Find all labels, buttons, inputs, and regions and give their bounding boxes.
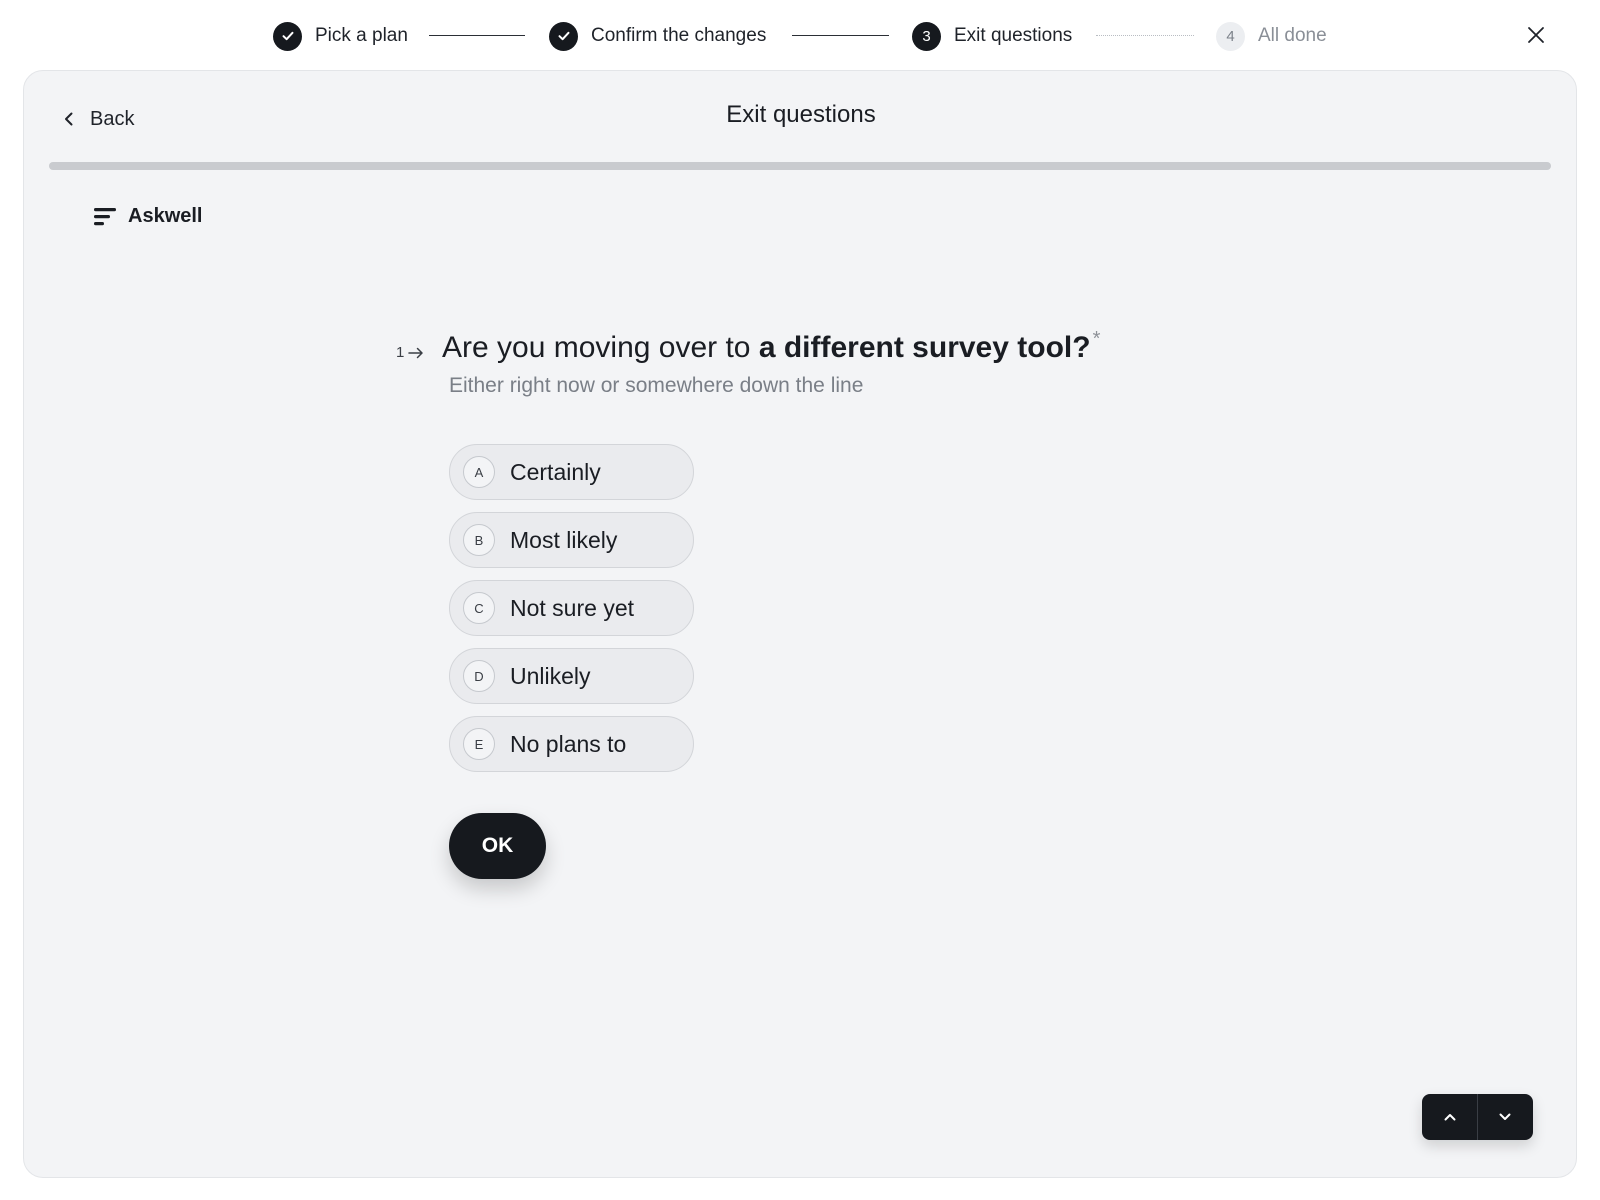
step-exit-questions: 3 Exit questions bbox=[912, 21, 1072, 51]
previous-question-button[interactable] bbox=[1422, 1094, 1477, 1140]
option-label: Not sure yet bbox=[510, 594, 634, 621]
survey-progress-bar bbox=[49, 162, 1551, 170]
question-text-bold: a different survey tool? bbox=[758, 331, 1091, 364]
menu-lines-icon bbox=[94, 207, 116, 225]
step-number: 3 bbox=[912, 21, 941, 51]
question-subtitle: Either right now or somewhere down the l… bbox=[449, 374, 864, 397]
question-heading: 1 Are you moving over to a different sur… bbox=[396, 328, 1101, 365]
answer-options: A Certainly B Most likely C Not sure yet… bbox=[449, 444, 694, 772]
option-key: C bbox=[463, 592, 495, 624]
option-key: E bbox=[463, 728, 495, 760]
option-certainly[interactable]: A Certainly bbox=[449, 444, 694, 500]
step-label: Pick a plan bbox=[315, 25, 408, 46]
question-number-text: 1 bbox=[396, 344, 405, 361]
question-navigation bbox=[1422, 1094, 1533, 1140]
option-most-likely[interactable]: B Most likely bbox=[449, 512, 694, 568]
ok-button[interactable]: OK bbox=[449, 813, 546, 879]
close-button[interactable] bbox=[1521, 20, 1551, 50]
question-number: 1 bbox=[396, 344, 442, 361]
question-text-plain: Are you moving over to bbox=[442, 331, 759, 364]
option-no-plans-to[interactable]: E No plans to bbox=[449, 716, 694, 772]
option-label: No plans to bbox=[510, 730, 627, 757]
arrow-right-icon bbox=[408, 347, 424, 358]
step-label: Exit questions bbox=[954, 25, 1073, 46]
checkmark-icon bbox=[273, 21, 302, 51]
checkmark-icon bbox=[549, 21, 578, 51]
option-label: Most likely bbox=[510, 526, 618, 553]
step-number: 4 bbox=[1216, 21, 1245, 51]
required-mark: * bbox=[1092, 328, 1101, 350]
page-title: Exit questions bbox=[726, 101, 876, 128]
chevron-down-icon bbox=[1499, 1113, 1511, 1120]
step-connector bbox=[1096, 35, 1194, 36]
option-key: A bbox=[463, 456, 495, 488]
brand-logo: Askwell bbox=[94, 205, 202, 228]
step-pick-a-plan: Pick a plan bbox=[273, 21, 408, 51]
chevron-up-icon bbox=[1444, 1114, 1455, 1121]
next-question-button[interactable] bbox=[1477, 1094, 1532, 1140]
option-label: Certainly bbox=[510, 458, 601, 485]
survey-card: Back Exit questions Askwell 1 Are you mo… bbox=[23, 70, 1577, 1178]
option-key: B bbox=[463, 524, 495, 556]
step-confirm-the-changes: Confirm the changes bbox=[549, 21, 766, 51]
step-label: Confirm the changes bbox=[591, 25, 767, 46]
option-not-sure-yet[interactable]: C Not sure yet bbox=[449, 580, 694, 636]
step-connector bbox=[792, 35, 889, 36]
step-connector bbox=[429, 35, 525, 36]
close-icon bbox=[1528, 27, 1544, 43]
option-unlikely[interactable]: D Unlikely bbox=[449, 648, 694, 704]
question-text: Are you moving over to a different surve… bbox=[442, 331, 1091, 365]
option-label: Unlikely bbox=[510, 662, 591, 689]
brand-name: Askwell bbox=[128, 205, 203, 227]
step-label: All done bbox=[1258, 25, 1327, 46]
step-all-done: 4 All done bbox=[1216, 21, 1327, 51]
option-key: D bbox=[463, 660, 495, 692]
progress-stepper: Pick a plan Confirm the changes 3 Exit q… bbox=[0, 0, 1600, 72]
